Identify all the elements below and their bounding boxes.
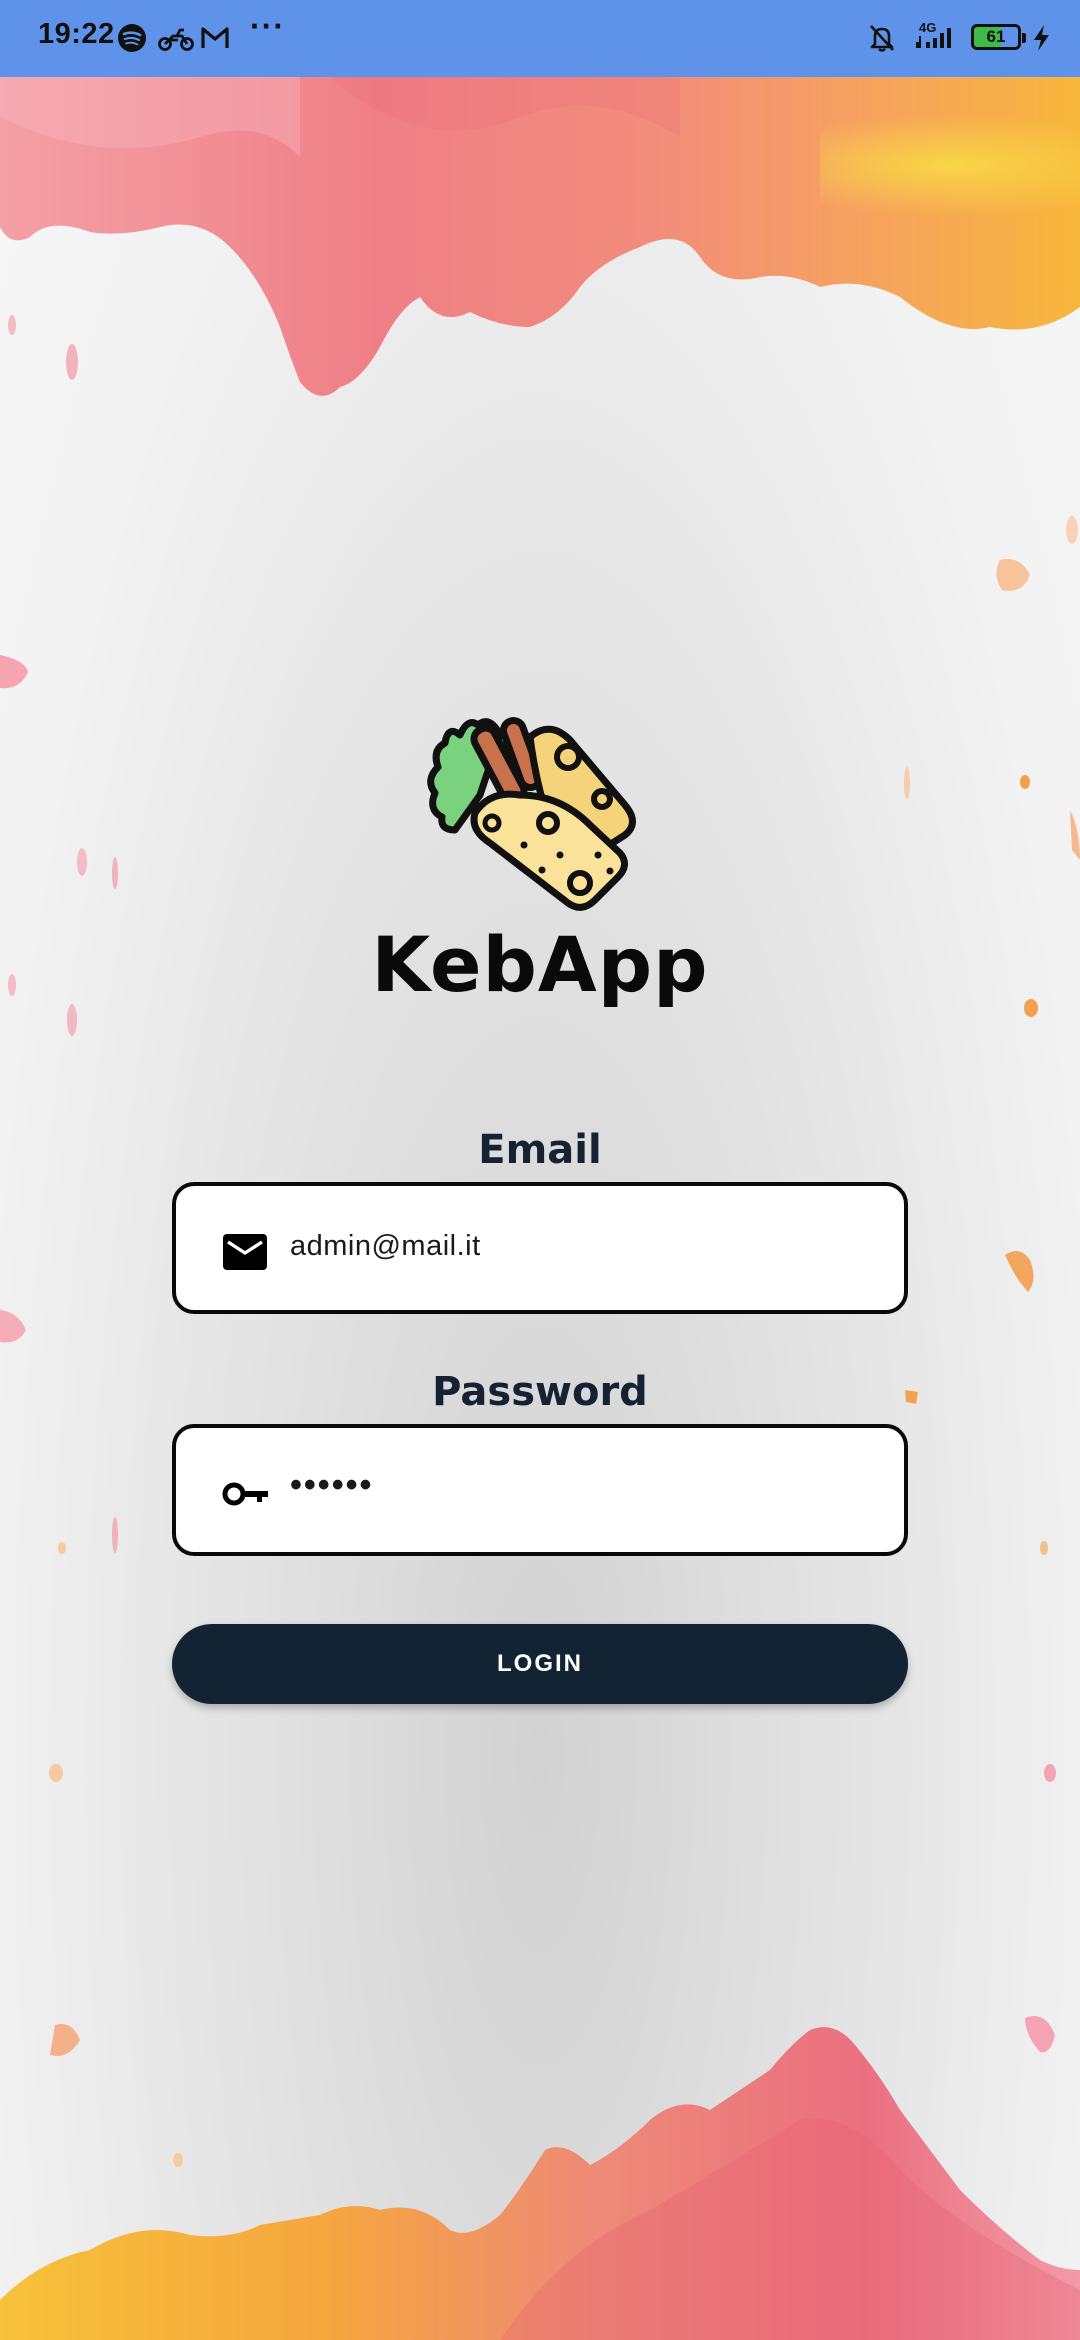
gmail-icon	[201, 27, 229, 48]
app-title: KebApp	[371, 920, 709, 1009]
password-label: Password	[432, 1369, 648, 1415]
email-field[interactable]: admin@mail.it	[172, 1182, 908, 1314]
signal-icon	[916, 28, 951, 48]
login-screen: 19:22 ··· 4G 61 KebApp Email admin@mail.…	[0, 0, 1080, 2340]
envelope-icon	[223, 1234, 267, 1270]
email-label: Email	[478, 1127, 602, 1173]
key-icon	[222, 1482, 268, 1506]
login-button[interactable]: LOGIN	[172, 1624, 908, 1704]
status-time: 19:22	[38, 18, 115, 50]
charging-icon	[1034, 25, 1049, 51]
notifications-off-icon	[870, 25, 894, 52]
password-field[interactable]: ••••••	[172, 1424, 908, 1556]
email-value: admin@mail.it	[290, 1230, 481, 1262]
kebab-wrap-icon	[427, 717, 636, 911]
overflow-dots: ···	[250, 8, 285, 44]
password-value: ••••••	[290, 1466, 374, 1504]
battery-icon: 61	[971, 24, 1026, 50]
motorbike-icon	[158, 28, 194, 51]
status-bar: 19:22 ··· 4G 61	[0, 0, 1080, 77]
spotify-icon	[118, 24, 146, 52]
